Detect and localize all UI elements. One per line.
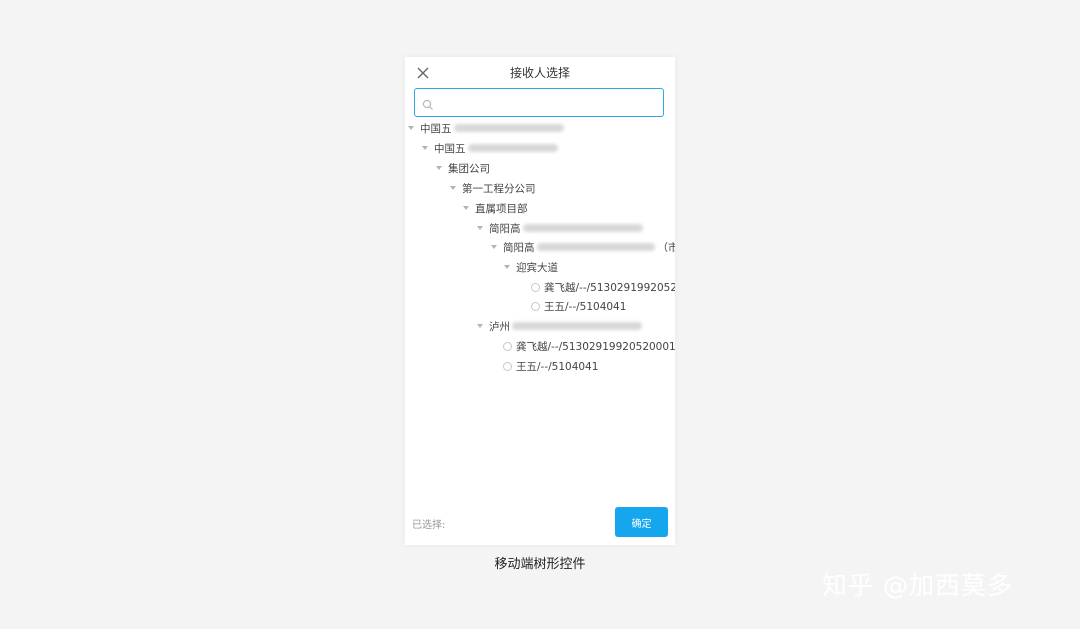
tree-node[interactable]: 直属项目部 [463, 200, 528, 218]
radio-button[interactable] [503, 361, 512, 371]
redacted-text [522, 224, 643, 232]
tree-node[interactable]: 中国五 [422, 140, 558, 158]
receiver-select-dialog: 接收人选择 中国五 中国五 集团公司 第一工程分公司 直属项目部 简阳高 简阳高 （市 迎宾大道… [405, 57, 675, 545]
tree-node[interactable]: 简阳高 （市 [491, 239, 675, 257]
caret-down-icon[interactable] [477, 226, 483, 230]
redacted-text [453, 124, 564, 132]
tree-leaf[interactable]: 龚飞越/--/51302919920520( [531, 279, 675, 297]
tree-label: 简阳高 [503, 242, 535, 254]
caret-down-icon[interactable] [422, 146, 428, 150]
tree-node[interactable]: 迎宾大道 [504, 259, 558, 277]
search-icon [422, 96, 434, 110]
dialog-title: 接收人选择 [509, 66, 570, 80]
selected-label: 已选择: [412, 520, 446, 531]
tree-label: 王五/--/5104041 [544, 301, 627, 313]
caret-down-icon[interactable] [477, 324, 483, 328]
caret-down-icon[interactable] [491, 245, 497, 249]
tree-label: 集团公司 [448, 163, 490, 175]
radio-button[interactable] [531, 301, 540, 311]
tree-label-suffix: （市 [657, 242, 676, 254]
tree-leaf[interactable]: 王五/--/5104041 [503, 358, 598, 376]
tree-label: 龚飞越/--/51302919920520( [544, 282, 675, 294]
tree-node[interactable]: 第一工程分公司 [450, 180, 536, 198]
redacted-text [536, 243, 655, 251]
watermark: 知乎 @加西莫多 [822, 571, 1013, 600]
tree-label: 王五/--/5104041 [516, 361, 599, 373]
tree-node[interactable]: 简阳高 [477, 220, 643, 238]
tree-leaf[interactable]: 王五/--/5104041 [531, 298, 626, 316]
figure-caption: 移动端树形控件 [494, 557, 586, 572]
tree-node[interactable]: 集团公司 [436, 160, 490, 178]
tree-node[interactable]: 泸州 [477, 318, 642, 336]
search-box[interactable] [414, 88, 664, 117]
tree-label: 简阳高 [489, 223, 521, 235]
caret-down-icon[interactable] [436, 166, 442, 170]
radio-button[interactable] [503, 341, 512, 351]
radio-button[interactable] [531, 282, 540, 292]
caret-down-icon[interactable] [408, 126, 414, 130]
tree-label: 中国五 [420, 123, 452, 135]
caret-down-icon[interactable] [450, 186, 456, 190]
tree-label: 第一工程分公司 [462, 183, 536, 195]
confirm-button[interactable]: 确定 [615, 507, 668, 537]
tree-label: 迎宾大道 [516, 262, 558, 274]
tree-label: 泸州 [489, 321, 510, 333]
tree-node[interactable]: 中国五 [408, 120, 564, 138]
tree-label: 中国五 [434, 143, 466, 155]
caret-down-icon[interactable] [504, 265, 510, 269]
redacted-text [512, 322, 642, 330]
tree-label: 直属项目部 [475, 203, 528, 215]
search-input[interactable] [439, 93, 657, 111]
tree-label: 龚飞越/--/513029199205200011 [516, 341, 675, 353]
tree-leaf[interactable]: 龚飞越/--/513029199205200011 [503, 338, 675, 356]
caret-down-icon[interactable] [463, 206, 469, 210]
redacted-text [467, 144, 558, 152]
